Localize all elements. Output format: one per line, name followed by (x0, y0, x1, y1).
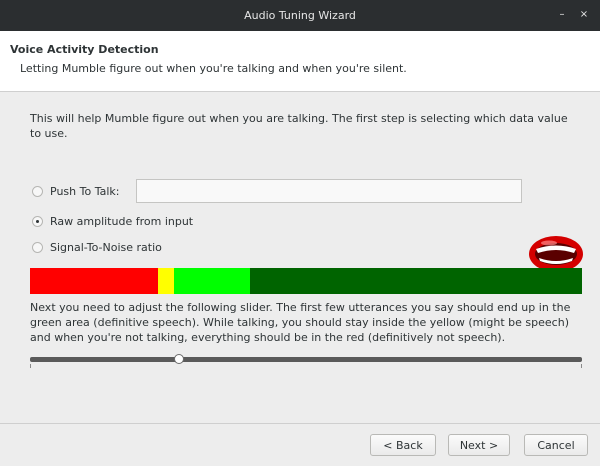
minimize-button[interactable]: – (556, 9, 568, 21)
vad-slider-handle[interactable] (174, 354, 185, 364)
page-subtitle: Letting Mumble figure out when you're ta… (20, 62, 407, 75)
radio-circle[interactable] (32, 216, 43, 227)
window-title: Audio Tuning Wizard (244, 9, 356, 22)
radio-signal-to-noise[interactable]: Signal-To-Noise ratio (32, 241, 162, 254)
vad-level-bar (30, 268, 582, 294)
cancel-button[interactable]: Cancel (524, 434, 588, 456)
close-button[interactable]: × (578, 9, 590, 21)
page-title: Voice Activity Detection (10, 43, 159, 56)
radio-label: Raw amplitude from input (50, 215, 194, 228)
push-to-talk-field[interactable] (136, 179, 522, 203)
vad-segment-yellow (158, 268, 174, 294)
wizard-content: This will help Mumble figure out when yo… (0, 93, 600, 411)
vad-slider-track[interactable] (30, 357, 582, 362)
wizard-window: Voice Activity Detection Letting Mumble … (0, 31, 600, 466)
radio-label: Push To Talk: (50, 185, 120, 198)
radio-circle[interactable] (32, 186, 43, 197)
title-bar: Audio Tuning Wizard – × (0, 0, 600, 31)
back-button[interactable]: < Back (370, 434, 436, 456)
slider-tick (581, 364, 582, 368)
radio-circle[interactable] (32, 242, 43, 253)
footer-divider (0, 423, 600, 424)
vad-segment-red (30, 268, 158, 294)
vad-segment-light-green (174, 268, 250, 294)
window-controls: – × (556, 9, 590, 21)
wizard-header: Voice Activity Detection Letting Mumble … (0, 31, 600, 92)
vad-segment-dark-green (250, 268, 582, 294)
slider-tick (30, 364, 31, 368)
next-button[interactable]: Next > (448, 434, 510, 456)
radio-raw-amplitude[interactable]: Raw amplitude from input (32, 215, 193, 228)
radio-push-to-talk[interactable]: Push To Talk: (32, 185, 119, 198)
radio-label: Signal-To-Noise ratio (50, 241, 162, 254)
intro-text: This will help Mumble figure out when yo… (30, 112, 568, 140)
slider-instructions: Next you need to adjust the following sl… (30, 301, 571, 344)
